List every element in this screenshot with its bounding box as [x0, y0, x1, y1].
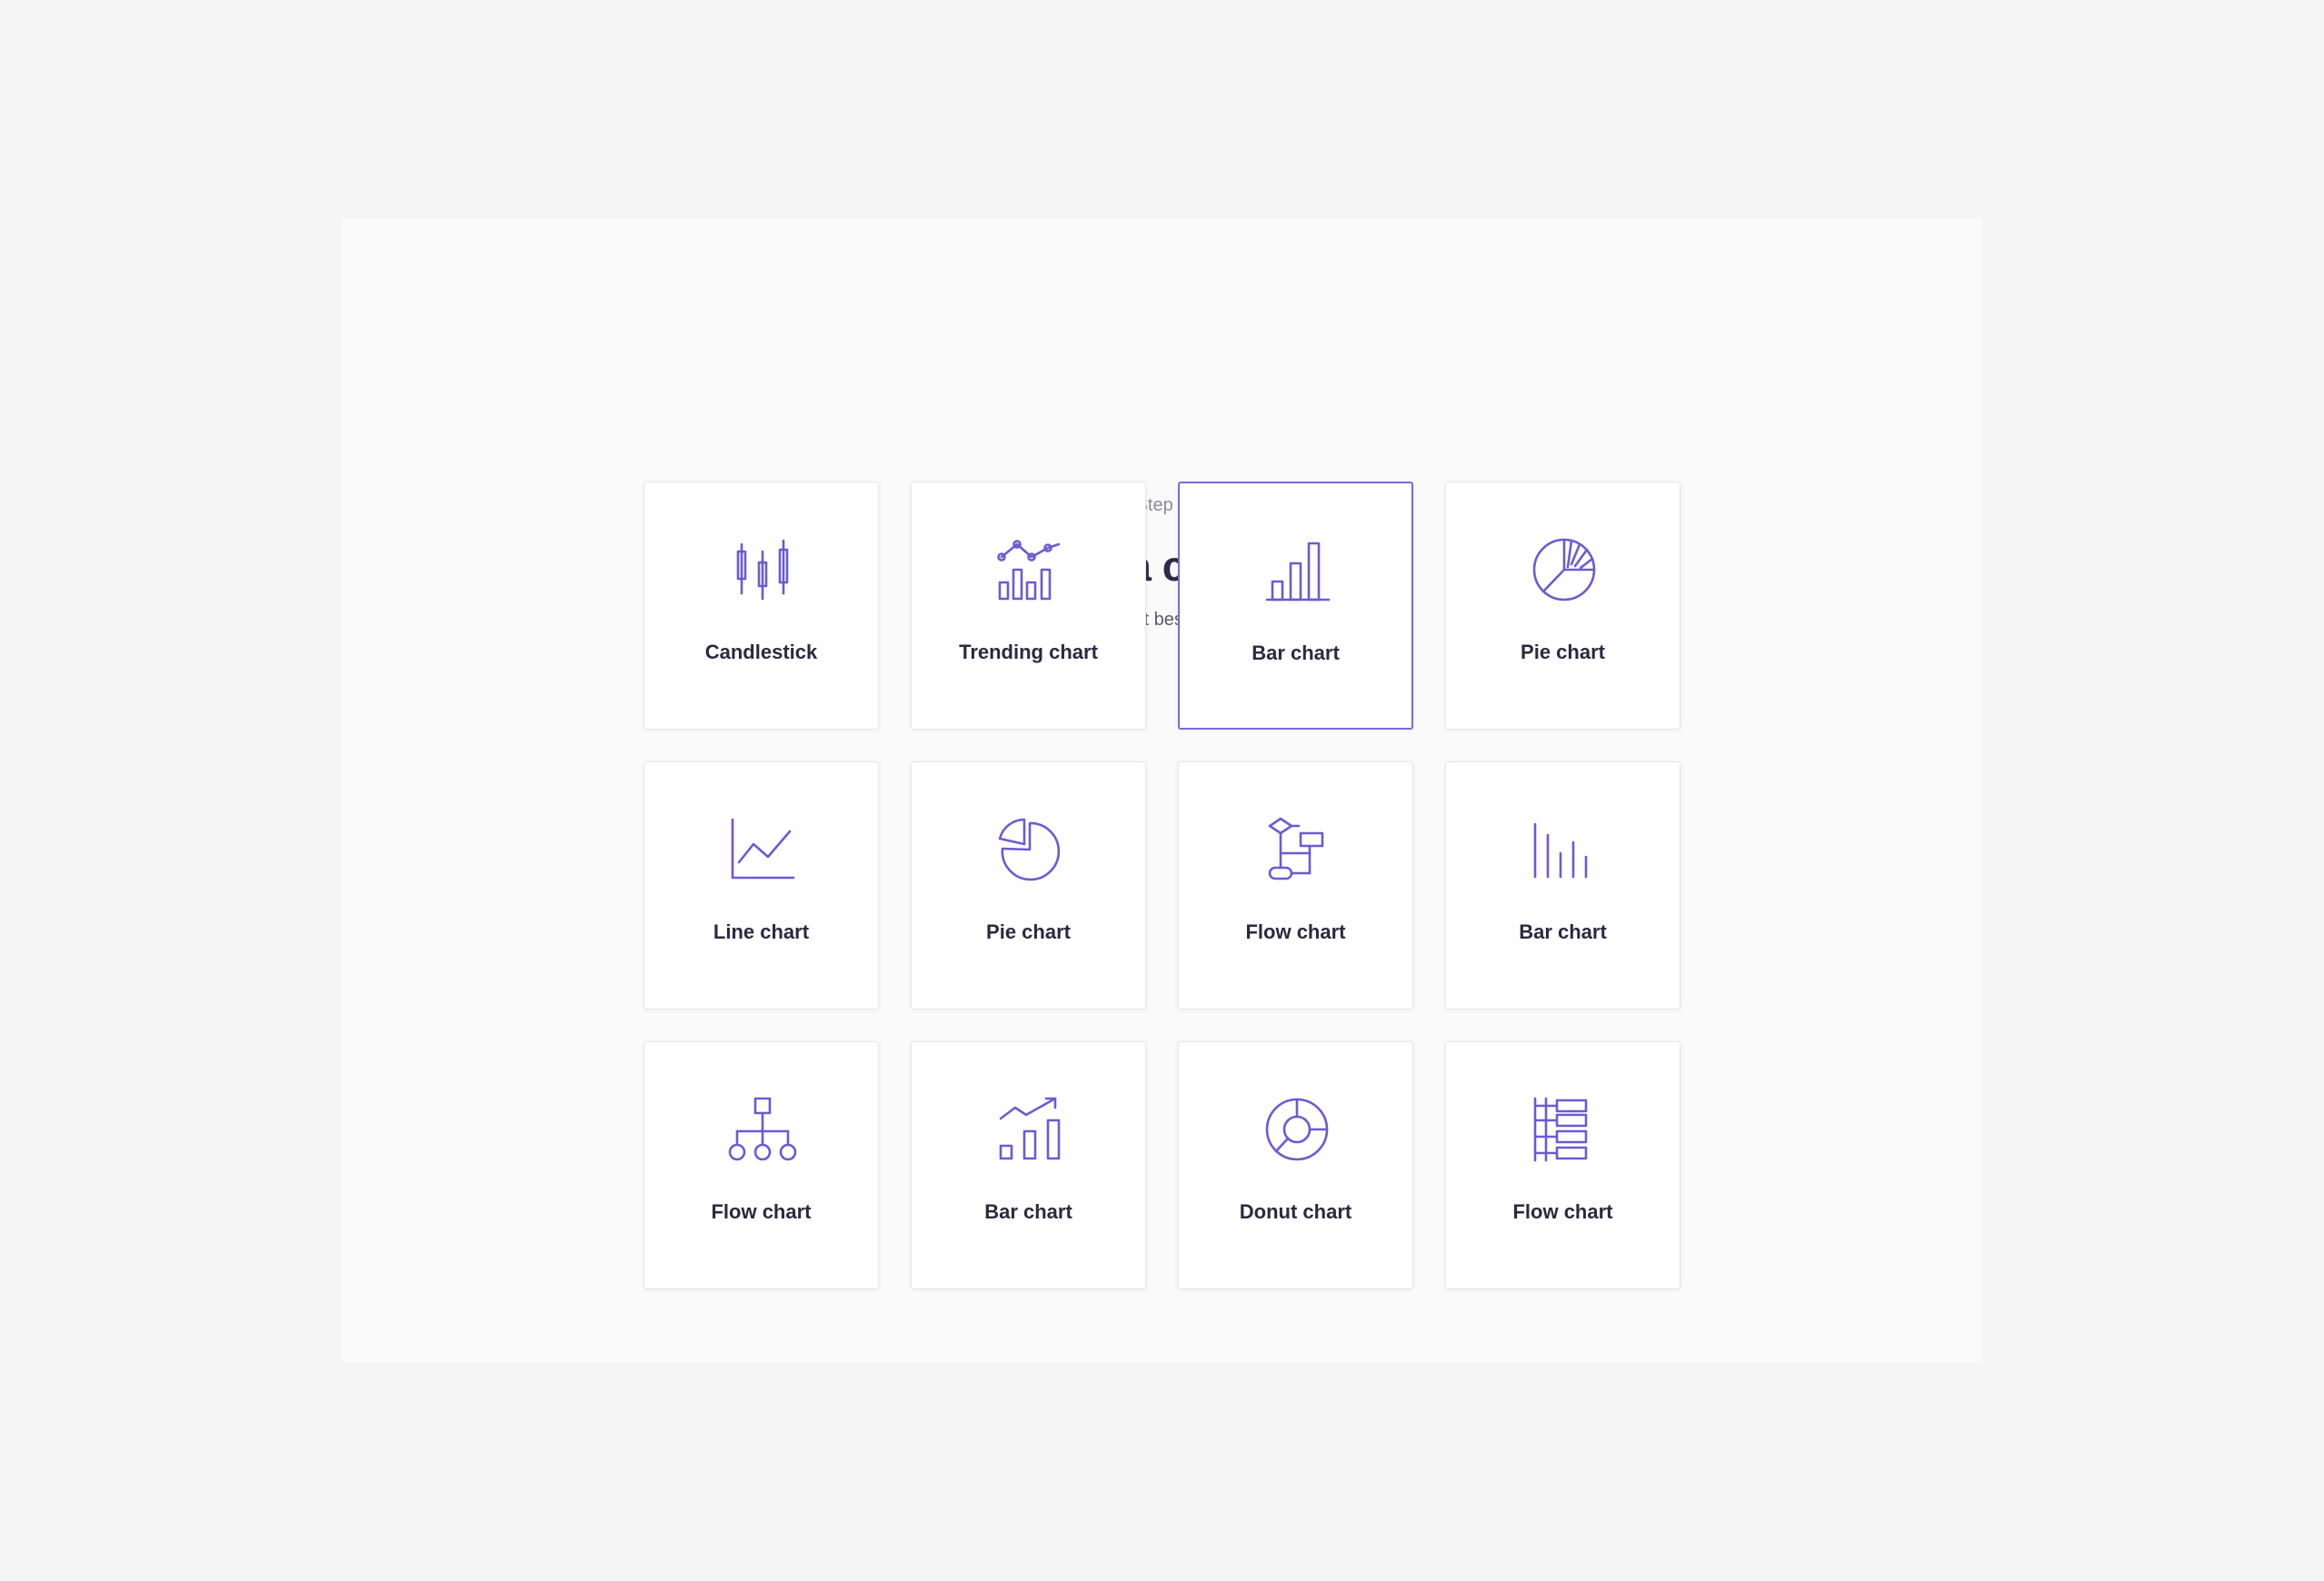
card-flow-chart-3[interactable]: Flow chart — [1445, 1041, 1681, 1289]
card-bar-chart-2[interactable]: Bar chart — [1445, 761, 1681, 1009]
card-label: Bar chart — [984, 1200, 1072, 1223]
card-label: Pie chart — [986, 920, 1071, 943]
card-bar-chart[interactable]: Bar chart — [1178, 482, 1413, 730]
card-label: Flow chart — [1512, 1200, 1613, 1223]
card-pie-chart-2[interactable]: Pie chart — [911, 761, 1146, 1009]
card-label: Bar chart — [1519, 920, 1607, 943]
pie-slice-icon — [998, 818, 1061, 881]
card-flow-chart-2[interactable]: Flow chart — [643, 1041, 879, 1289]
card-label: Line chart — [713, 920, 810, 943]
card-pie-chart[interactable]: Pie chart — [1445, 482, 1681, 730]
card-donut-chart[interactable]: Donut chart — [1178, 1041, 1413, 1289]
pie-chart-icon — [1532, 538, 1596, 602]
card-bar-chart-3[interactable]: Bar chart — [911, 1041, 1146, 1289]
card-label: Candlestick — [704, 641, 818, 663]
line-chart-icon — [731, 818, 795, 880]
candlestick-icon — [736, 539, 789, 601]
card-label: Flow chart — [711, 1200, 812, 1223]
donut-chart-icon — [1265, 1098, 1329, 1161]
vertical-lines-icon — [1533, 822, 1588, 879]
card-line-chart[interactable]: Line chart — [643, 761, 879, 1009]
card-candlestick[interactable]: Candlestick — [643, 482, 879, 730]
chart-type-grid: Candlestick Trending chart Bar chart Pie… — [643, 482, 1682, 1289]
card-trending-chart[interactable]: Trending chart — [911, 482, 1146, 730]
tree-flow-icon — [1533, 1097, 1588, 1162]
card-label: Pie chart — [1521, 641, 1605, 663]
hierarchy-icon — [728, 1097, 797, 1161]
card-label: Donut chart — [1239, 1200, 1352, 1223]
bar-chart-icon — [1265, 542, 1331, 602]
card-label: Flow chart — [1245, 920, 1346, 943]
growth-bar-icon — [999, 1097, 1061, 1160]
card-flow-chart[interactable]: Flow chart — [1178, 761, 1413, 1009]
trending-chart-icon — [997, 540, 1061, 601]
card-label: Trending chart — [959, 641, 1098, 663]
flow-chart-icon — [1268, 817, 1324, 880]
card-label: Bar chart — [1252, 641, 1340, 664]
